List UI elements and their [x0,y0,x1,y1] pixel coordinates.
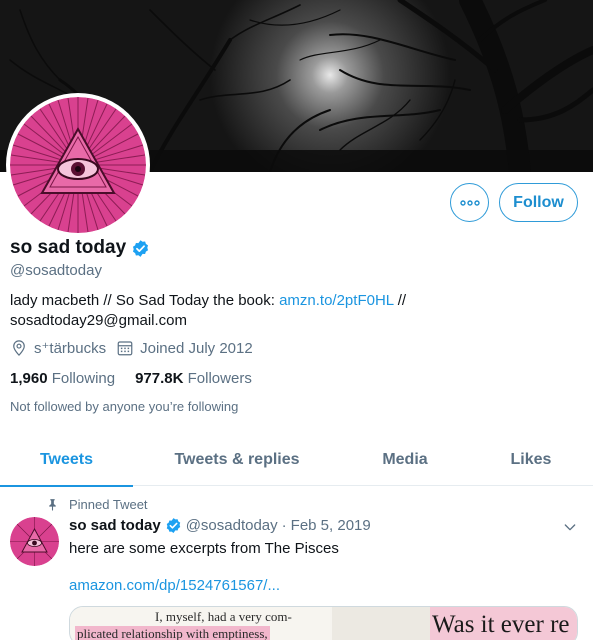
tweet-author-handle[interactable]: @sosadtoday [186,517,278,534]
book-left-line-1: I, myself, had a very com- [155,609,292,624]
tweet-avatar-image [10,517,59,566]
profile-tabs: Tweets Tweets & replies Media Likes [0,434,593,487]
profile-bio: lady macbeth // So Sad Today the book: a… [10,291,570,331]
tweet-author-name[interactable]: so sad today [69,517,161,534]
tweet-author-avatar[interactable] [10,517,59,566]
tab-tweets-and-replies[interactable]: Tweets & replies [133,434,341,486]
bio-text: lady macbeth // So Sad Today the book: [10,292,280,309]
chevron-down-icon [564,524,576,531]
tweet-date[interactable]: Feb 5, 2019 [291,517,371,534]
profile-display-name: so sad today [10,237,150,259]
location-pin-icon [13,340,25,356]
pinned-tweet-label: Pinned Tweet [46,497,148,512]
more-icon [459,199,480,206]
all-seeing-eye-avatar-image [10,97,146,233]
book-page-right: Was it ever re [430,607,577,640]
bio-link[interactable]: amzn.to/2ptF0HL [279,292,394,309]
profile-handle: @sosadtoday [10,262,102,279]
tweet-media-card[interactable]: I, myself, had a very com- plicated rela… [69,606,578,640]
book-gutter [332,607,430,640]
more-options-button[interactable] [450,183,489,222]
followers-count: 977.8K [135,370,184,387]
profile-stats: 1,960 Following 977.8K Followers [10,370,272,387]
tweet-link[interactable]: amazon.com/dp/1524761567/... [69,577,280,594]
following-stat[interactable]: 1,960 Following [10,370,115,387]
tweet-text: here are some excerpts from The Pisces [69,540,339,557]
book-page-left: I, myself, had a very com- plicated rela… [70,607,330,640]
tweet-separator: · [281,517,287,534]
bio-email: sosadtoday29@gmail.com [10,312,187,329]
tab-tweets[interactable]: Tweets [0,434,133,487]
profile-avatar[interactable] [6,93,150,237]
location-item: s⁺tärbucks [10,339,106,357]
following-count: 1,960 [10,370,48,387]
tweet-header: so sad today @sosadtoday · Feb 5, 2019 [69,517,371,534]
pin-icon [49,499,56,511]
following-label: Following [51,370,116,387]
book-left-line-2: plicated relationship with emptiness, [75,626,270,640]
location-text: s⁺tärbucks [34,340,107,357]
calendar-icon [117,341,133,356]
not-followed-notice: Not followed by anyone you’re following [10,399,239,414]
tweet-menu-button[interactable] [562,519,578,540]
tab-likes[interactable]: Likes [469,434,593,486]
bio-separator: // [393,292,407,309]
display-name-text: so sad today [10,237,127,258]
followers-stat[interactable]: 977.8K Followers [135,370,252,387]
followers-label: Followers [187,370,252,387]
profile-meta: s⁺tärbucks Joined July 2012 [10,339,263,357]
joined-text: Joined July 2012 [140,339,253,357]
verified-badge-icon [166,518,180,533]
joined-item: Joined July 2012 [116,339,253,357]
tab-media[interactable]: Media [341,434,469,486]
follow-button[interactable]: Follow [499,183,578,222]
verified-badge-icon [133,239,149,257]
pinned-text: Pinned Tweet [69,497,148,512]
